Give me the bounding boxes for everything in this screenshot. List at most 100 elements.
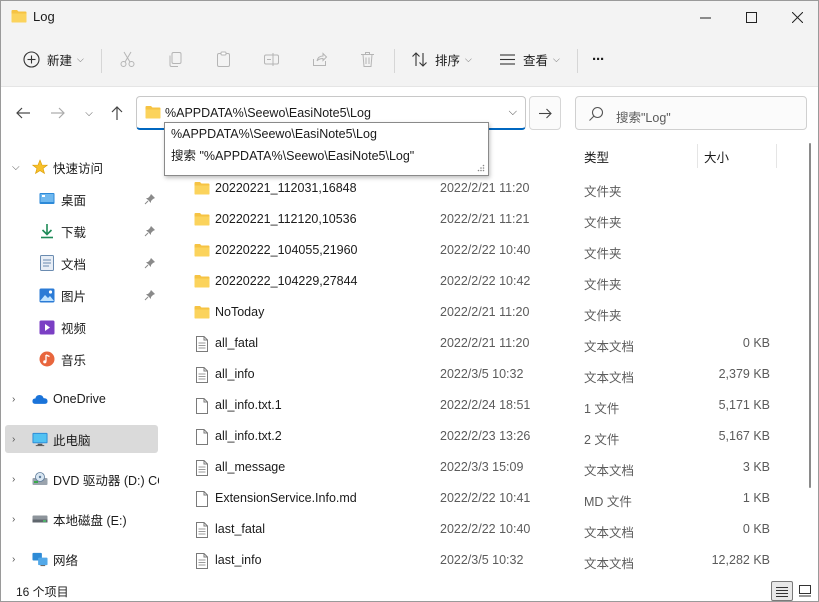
file-type: 文本文档 [584,340,635,354]
vertical-scrollbar[interactable] [805,141,815,577]
file-name: 20220222_104055,21960 [215,243,358,257]
file-type: 文件夹 [584,247,622,261]
file-row[interactable]: last_info 2022/3/5 10:32 文本文档 12,282 KB [161,545,801,576]
picture-icon [39,287,55,303]
column-divider[interactable] [697,144,698,168]
file-row[interactable]: 20220222_104229,27844 2022/2/22 10:42 文件夹 [161,266,801,297]
sidebar-item-label: 此电脑 [53,433,91,448]
delete-button[interactable] [357,45,383,73]
file-icon [196,429,208,445]
paste-button[interactable] [213,45,239,73]
file-row[interactable]: 20220221_112120,10536 2022/2/21 11:21 文件夹 [161,204,801,235]
column-header-type[interactable]: 类型 [584,144,609,168]
sidebar-item-label: 桌面 [61,193,87,208]
file-row[interactable]: all_info.txt.1 2022/2/24 18:51 1 文件 5,171 K… [161,390,801,421]
file-row[interactable]: ExtensionService.Info.md 2022/2/22 10:41 M… [161,483,801,514]
resize-grip-icon[interactable] [477,164,485,172]
item-count: 16 个项目 [16,585,69,599]
file-date: 2022/3/5 10:32 [440,553,524,567]
file-row[interactable]: all_info 2022/3/5 10:32 文本文档 2,379 KB [161,359,801,390]
scrollbar-thumb[interactable] [809,143,811,488]
command-bar: 新建 ⌵ 排序 ⌵ 查看 ⌵ ··· [1,33,818,87]
sidebar-item-desktop[interactable]: 桌面 [1,185,159,213]
file-type: 文本文档 [584,557,635,571]
suggestion-path[interactable]: %APPDATA%\Seewo\EasiNote5\Log [171,127,377,141]
file-date: 2022/2/21 11:20 [440,305,530,319]
title-bar: Log [1,1,818,33]
sidebar-item-dvd-drive[interactable]: › DVD 驱动器 (D:) CC [1,465,159,493]
forward-button[interactable] [46,101,70,125]
details-view-button[interactable] [771,581,793,601]
rename-button[interactable] [261,45,287,73]
arrow-right-icon [51,107,65,119]
folder-icon [194,275,210,288]
file-row[interactable]: all_info.txt.2 2022/2/23 13:26 2 文件 5,167 K… [161,421,801,452]
search-input[interactable]: 搜索"Log" [616,107,671,126]
sidebar-item-local-disk-e[interactable]: › 本地磁盘 (E:) [1,505,159,533]
navigation-pane: ⌵ 快速访问 桌面 下载 文档 图片 视频 音乐 › OneDrive › 此电… [1,141,159,577]
text-file-icon [196,522,208,538]
sort-label: 排序 [435,53,461,68]
download-icon [39,223,55,239]
cloud-icon [32,391,48,407]
sidebar-item-music[interactable]: 音乐 [1,345,159,373]
music-icon [39,351,55,367]
file-type: 文件夹 [584,185,622,199]
arrow-right-icon [538,108,552,118]
file-row[interactable]: 20220222_104055,21960 2022/2/22 10:40 文件夹 [161,235,801,266]
file-type: 1 文件 [584,402,620,416]
chevron-right-icon[interactable]: › [12,474,15,485]
column-header-size[interactable]: 大小 [704,144,729,168]
file-name: 20220221_112031,16848 [215,181,357,195]
sidebar-item-downloads[interactable]: 下载 [1,217,159,245]
recent-locations-button[interactable]: ⌵ [77,101,101,125]
address-input[interactable]: %APPDATA%\Seewo\EasiNote5\Log [165,106,371,120]
details-view-icon [776,586,788,597]
up-button[interactable] [105,101,129,125]
copy-button[interactable] [165,45,191,73]
back-button[interactable] [11,101,35,125]
close-button[interactable] [774,1,818,33]
sidebar-item-onedrive[interactable]: › OneDrive [1,385,159,413]
arrow-up-icon [111,106,123,120]
file-icon [196,491,208,507]
chevron-down-icon[interactable]: ⌵ [509,106,517,119]
go-button[interactable] [529,96,561,130]
sidebar-item-videos[interactable]: 视频 [1,313,159,341]
address-suggestions: %APPDATA%\Seewo\EasiNote5\Log 搜索 "%APPDA… [164,122,489,176]
sidebar-item-label: 快速访问 [53,161,104,176]
file-row[interactable]: all_message 2022/3/3 15:09 文本文档 3 KB [161,452,801,483]
sidebar-item-quick-access[interactable]: ⌵ 快速访问 [1,153,159,181]
sidebar-item-pictures[interactable]: 图片 [1,281,159,309]
more-options-button[interactable]: ··· [592,45,605,73]
chevron-right-icon[interactable]: › [12,394,15,405]
sidebar-item-network[interactable]: › 网络 [1,545,159,573]
minimize-button[interactable] [682,1,728,33]
tiles-view-button[interactable] [794,581,816,601]
chevron-right-icon[interactable]: › [12,554,15,565]
file-type: 文本文档 [584,526,635,540]
file-row[interactable]: NoToday 2022/2/21 11:20 文件夹 [161,297,801,328]
share-button[interactable] [309,45,335,73]
toolbar-divider [394,49,395,73]
sort-button[interactable]: 排序 ⌵ [409,45,472,73]
maximize-button[interactable] [728,1,774,33]
sidebar-item-this-pc[interactable]: › 此电脑 [5,425,158,453]
cut-button[interactable] [117,45,143,73]
plus-circle-icon [21,49,41,69]
column-divider[interactable] [776,144,777,168]
chevron-down-icon[interactable]: ⌵ [12,162,20,173]
file-row[interactable]: 20220221_112031,16848 2022/2/21 11:20 文件夹 [161,173,801,204]
file-row[interactable]: last_fatal 2022/2/22 10:40 文本文档 0 KB [161,514,801,545]
file-date: 2022/2/22 10:40 [440,243,531,257]
view-button[interactable]: 查看 ⌵ [497,45,560,73]
chevron-right-icon[interactable]: › [12,434,15,445]
sidebar-item-documents[interactable]: 文档 [1,249,159,277]
chevron-right-icon[interactable]: › [12,514,15,525]
search-box[interactable]: 搜索"Log" [575,96,807,130]
drive-icon [32,511,48,527]
folder-icon [145,106,161,119]
new-button[interactable]: 新建 ⌵ [21,45,84,73]
file-row[interactable]: all_fatal 2022/2/21 11:20 文本文档 0 KB [161,328,801,359]
suggestion-search[interactable]: 搜索 "%APPDATA%\Seewo\EasiNote5\Log" [171,145,414,164]
